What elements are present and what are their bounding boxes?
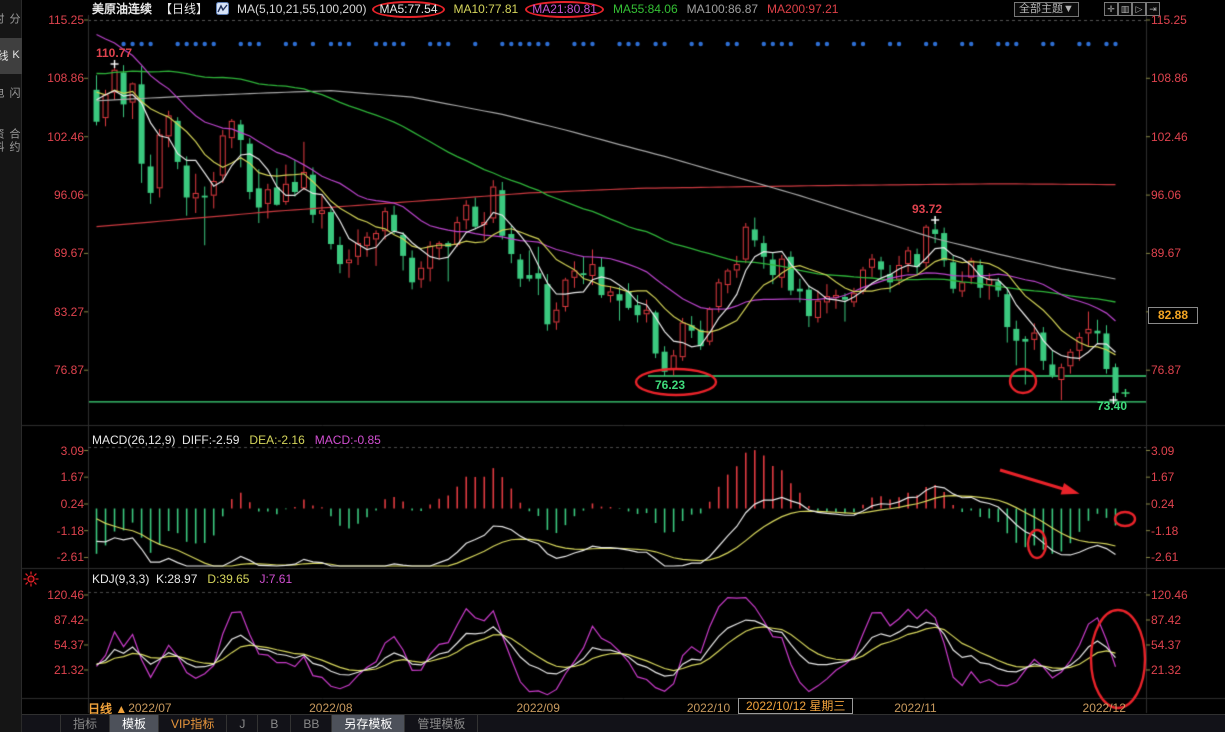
macd-tick-right-1: 1.67 bbox=[1151, 470, 1174, 484]
support-price-label-1: 76.23 bbox=[655, 378, 685, 392]
kdj-tick-left-2: 54.37 bbox=[22, 638, 84, 652]
macd-tick-left-1: 1.67 bbox=[22, 470, 84, 484]
macd-tick-left-0: 3.09 bbox=[22, 444, 84, 458]
macd-tick-right-4: -2.61 bbox=[1151, 550, 1178, 564]
swing-high-label-2: 93.72 bbox=[912, 202, 942, 216]
sidebar-item-2[interactable]: 闪电图 bbox=[0, 74, 22, 112]
macd-value: MACD:-0.85 bbox=[315, 433, 381, 447]
tab-4[interactable]: B bbox=[258, 715, 291, 732]
sidebar-item-1[interactable]: K线图 bbox=[0, 38, 22, 74]
tab-5[interactable]: BB bbox=[291, 715, 332, 732]
kdj-tick-left-3: 21.32 bbox=[22, 663, 84, 677]
macd-diff-value: DIFF:-2.59 bbox=[182, 433, 239, 447]
macd-tick-right-3: -1.18 bbox=[1151, 524, 1178, 538]
price-tick-right-6: 76.87 bbox=[1151, 363, 1181, 377]
bottom-tab-bar: 指标模板VIP指标JBBB另存模板管理模板 bbox=[22, 714, 1225, 732]
price-tick-left-3: 96.06 bbox=[22, 188, 84, 202]
expand-bars-button[interactable]: ▷ bbox=[1132, 2, 1146, 16]
tab-1[interactable]: 模板 bbox=[110, 715, 159, 732]
price-tick-right-0: 115.25 bbox=[1151, 13, 1187, 27]
ma-values: MA5:77.54 MA10:77.81 MA21:80.81 MA55:84.06 M… bbox=[374, 2, 847, 16]
macd-tick-left-3: -1.18 bbox=[22, 524, 84, 538]
macd-tick-left-4: -2.61 bbox=[22, 550, 84, 564]
crosshair-date-box: 2022/10/12 星期三 bbox=[738, 698, 853, 714]
macd-header: MACD(26,12,9) DIFF:-2.59 DEA:-2.16 MACD:… bbox=[92, 433, 381, 447]
kdj-tick-right-1: 87.42 bbox=[1151, 613, 1181, 627]
tab-0[interactable]: 指标 bbox=[60, 715, 110, 732]
macd-dea-value: DEA:-2.16 bbox=[249, 433, 304, 447]
compress-bars-button[interactable]: ▥ bbox=[1118, 2, 1132, 16]
date-label-5: 2022/12 bbox=[1083, 701, 1126, 715]
date-label-4: 2022/11 bbox=[894, 701, 937, 715]
symbol-name: 美原油连续 bbox=[92, 0, 152, 17]
macd-tick-right-2: 0.24 bbox=[1151, 497, 1174, 511]
chart-type-icon bbox=[216, 2, 229, 15]
sidebar-item-0[interactable]: 分时图 bbox=[0, 0, 22, 38]
crosshair-button[interactable]: ✛ bbox=[1104, 2, 1118, 16]
swing-high-label-1: 110.77 bbox=[96, 46, 132, 60]
ma-value-2: MA21:80.81 bbox=[525, 1, 604, 18]
macd-tick-left-2: 0.24 bbox=[22, 497, 84, 511]
price-tick-right-2: 102.46 bbox=[1151, 130, 1188, 144]
kdj-tick-right-0: 120.46 bbox=[1151, 588, 1188, 602]
support-price-label-2: 73.40 bbox=[1097, 399, 1127, 413]
kdj-d-value: D:39.65 bbox=[207, 572, 249, 586]
price-tick-right-3: 96.06 bbox=[1151, 188, 1181, 202]
date-label-0: 2022/07 bbox=[128, 701, 171, 715]
price-tick-left-0: 115.25 bbox=[22, 13, 84, 27]
tab-7[interactable]: 管理模板 bbox=[405, 715, 478, 732]
date-label-1: 2022/08 bbox=[309, 701, 352, 715]
tab-3[interactable]: J bbox=[227, 715, 258, 732]
tab-6[interactable]: 另存模板 bbox=[332, 715, 405, 732]
price-tick-right-1: 108.86 bbox=[1151, 71, 1188, 85]
date-label-3: 2022/10 bbox=[687, 701, 730, 715]
price-tick-left-4: 89.67 bbox=[22, 246, 84, 260]
chart-canvas[interactable] bbox=[0, 0, 1225, 732]
period-tag: 【日线】 bbox=[160, 0, 208, 17]
sun-marker-icon bbox=[23, 571, 39, 587]
last-price-box: 82.88 bbox=[1148, 307, 1198, 324]
kdj-k-value: K:28.97 bbox=[156, 572, 197, 586]
app-window: 分时图K线图闪电图合约资料 美原油连续【日线】 MA(5,10,21,55,10… bbox=[0, 0, 1225, 732]
price-tick-right-4: 89.67 bbox=[1151, 246, 1181, 260]
chart-header: 美原油连续【日线】 MA(5,10,21,55,100,200) MA5:77.… bbox=[92, 0, 847, 17]
kdj-tick-right-3: 21.32 bbox=[1151, 663, 1181, 677]
price-tick-left-1: 108.86 bbox=[22, 71, 84, 85]
date-label-2: 2022/09 bbox=[516, 701, 559, 715]
theme-dropdown[interactable]: 全部主题▼ bbox=[1014, 2, 1079, 17]
tab-2[interactable]: VIP指标 bbox=[159, 715, 227, 732]
ma-value-5: MA200:97.21 bbox=[767, 2, 838, 16]
sidebar: 分时图K线图闪电图合约资料 bbox=[0, 0, 22, 732]
kdj-tick-left-0: 120.46 bbox=[22, 588, 84, 602]
macd-title: MACD(26,12,9) bbox=[92, 433, 175, 447]
kdj-j-value: J:7.61 bbox=[259, 572, 292, 586]
ma-value-3: MA55:84.06 bbox=[613, 2, 678, 16]
ma-value-1: MA10:77.81 bbox=[454, 2, 519, 16]
kdj-tick-right-2: 54.37 bbox=[1151, 638, 1181, 652]
kdj-header: KDJ(9,3,3) K:28.97 D:39.65 J:7.61 bbox=[92, 572, 292, 586]
sidebar-item-3[interactable]: 合约资料 bbox=[0, 112, 22, 170]
price-tick-left-6: 76.87 bbox=[22, 363, 84, 377]
kdj-title: KDJ(9,3,3) bbox=[92, 572, 149, 586]
macd-tick-right-0: 3.09 bbox=[1151, 444, 1174, 458]
ma-value-0: MA5:77.54 bbox=[372, 1, 444, 18]
ma-params: MA(5,10,21,55,100,200) bbox=[237, 2, 366, 16]
ma-value-4: MA100:86.87 bbox=[687, 2, 758, 16]
kdj-tick-left-1: 87.42 bbox=[22, 613, 84, 627]
price-tick-left-2: 102.46 bbox=[22, 130, 84, 144]
price-tick-left-5: 83.27 bbox=[22, 305, 84, 319]
